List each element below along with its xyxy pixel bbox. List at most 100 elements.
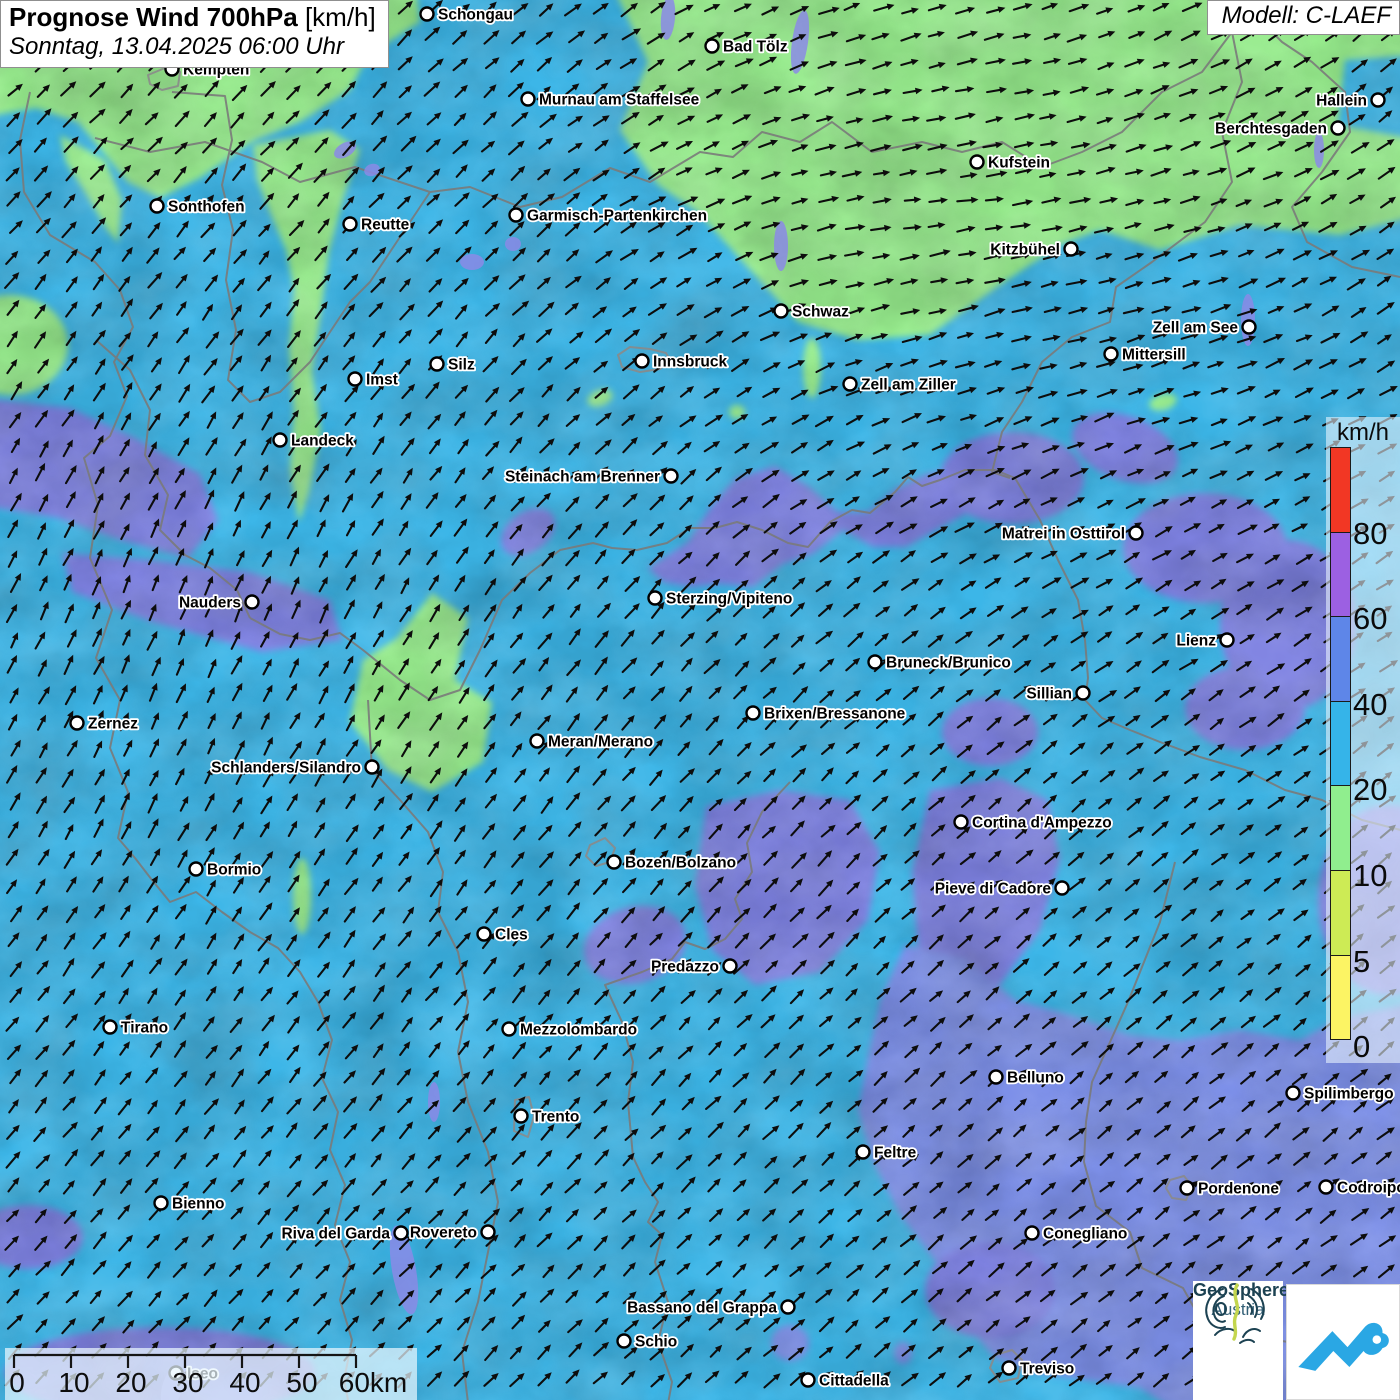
city-label: Berchtesgaden: [1215, 121, 1327, 138]
city-marker: [1103, 346, 1119, 362]
city-marker: [722, 958, 738, 974]
city-marker: [476, 926, 492, 942]
city-marker: [520, 91, 536, 107]
city-label: Schwaz: [792, 304, 849, 321]
city: Schio: [616, 1332, 679, 1352]
city-label: Predazzo: [651, 959, 719, 976]
city-label: Kitzbühel: [990, 242, 1060, 259]
city-marker: [529, 733, 545, 749]
city-label: Cles: [495, 927, 528, 944]
city-marker: [745, 705, 761, 721]
legend-color-block: [1330, 447, 1351, 533]
legend-tick-label: 40: [1353, 686, 1388, 722]
city-label: Landeck: [291, 433, 354, 450]
city-marker: [347, 371, 363, 387]
mountain-cloud-logo-icon: [1298, 1322, 1389, 1371]
city-marker: [1370, 92, 1386, 108]
city: Tirano: [102, 1018, 170, 1038]
city-label: Treviso: [1020, 1361, 1074, 1378]
city: Bassano del Grappa: [625, 1298, 796, 1318]
legend-color-block: [1330, 531, 1351, 618]
city: Trento: [513, 1107, 581, 1127]
city-marker: [780, 1299, 796, 1315]
city: Bruneck/Brunico: [867, 653, 1013, 673]
city-marker: [663, 468, 679, 484]
city-label: Feltre: [874, 1145, 917, 1162]
legend-title: km/h: [1336, 419, 1389, 446]
legend-tick-label: 80: [1353, 515, 1388, 551]
scalebar-label: 0: [9, 1367, 25, 1398]
city-label: Nauders: [179, 595, 241, 612]
city-label: Bozen/Bolzano: [625, 855, 736, 872]
city-marker: [1024, 1225, 1040, 1241]
city-marker: [867, 654, 883, 670]
city-label: Bad Tölz: [723, 39, 788, 56]
scalebar-label: 50: [286, 1367, 318, 1398]
distance-scalebar: 0 10 20 30 40 50 60km: [5, 1348, 417, 1400]
legend-color-block: [1330, 869, 1351, 956]
city: Bozen/Bolzano: [606, 853, 738, 873]
city: Mezzolombardo: [501, 1020, 639, 1040]
city-marker: [342, 216, 358, 232]
city: Pieve di Cadore: [933, 879, 1070, 899]
city: Sterzing/Vipiteno: [647, 589, 794, 609]
city-label: Imst: [366, 372, 398, 389]
city-label: Sillian: [1026, 686, 1072, 703]
city-label: Schlanders/Silandro: [211, 760, 361, 777]
city-label: Rovereto: [410, 1225, 477, 1242]
city-marker: [508, 207, 524, 223]
city-label: Silz: [448, 357, 475, 374]
city-label: Reutte: [361, 217, 410, 234]
city-label: Codroipo: [1337, 1180, 1400, 1197]
city: Feltre: [855, 1143, 918, 1163]
geosphere-logo-icon: [1205, 1283, 1265, 1344]
city-label: Tirano: [121, 1020, 168, 1037]
city: Matrei in Osttirol: [1000, 524, 1144, 544]
lake: [460, 254, 484, 270]
city-marker: [480, 1224, 496, 1240]
city-marker: [188, 861, 204, 877]
city-label: Meran/Merano: [548, 734, 653, 751]
city: Garmisch-Partenkirchen: [508, 206, 709, 226]
weather-map-page: Schongau Bad Tölz Kempten Murnau am Staffel…: [0, 0, 1400, 1400]
scalebar-label: 40: [229, 1367, 261, 1398]
forecast-datetime: Sonntag, 13.04.2025 06:00 Uhr: [9, 33, 344, 60]
city-marker: [153, 1195, 169, 1211]
city-label: Lienz: [1176, 633, 1216, 650]
city: Murnau am Staffelsee: [520, 90, 701, 110]
legend-color-block: [1330, 616, 1351, 702]
title-unit: [km/h]: [297, 2, 376, 32]
city-marker: [1054, 880, 1070, 896]
city: Steinach am Brenner: [503, 467, 679, 487]
city-marker: [773, 303, 789, 319]
city-marker: [501, 1021, 517, 1037]
city-label: Spilimbergo: [1304, 1086, 1394, 1103]
city-marker: [953, 814, 969, 830]
city-marker: [1285, 1085, 1301, 1101]
city: Brixen/Bressanone: [745, 704, 907, 724]
city-marker: [842, 376, 858, 392]
forecast-title-box: Prognose Wind 700hPa [km/h] Sonntag, 13.…: [0, 0, 389, 68]
city-marker: [419, 6, 435, 22]
city: Silz: [429, 355, 477, 375]
city-marker: [800, 1372, 816, 1388]
model-label: Modell: C-LAEF: [1206, 0, 1400, 35]
city-marker: [149, 198, 165, 214]
legend-color-block: [1330, 785, 1351, 871]
scalebar-label: 60km: [338, 1367, 408, 1398]
city-marker: [364, 759, 380, 775]
city-label: Zell am Ziller: [861, 377, 956, 394]
city-label: Innsbruck: [653, 354, 727, 371]
city-marker: [429, 356, 445, 372]
city: Sillian: [1025, 684, 1091, 704]
legend-color-block: [1330, 700, 1351, 787]
lake: [505, 237, 521, 251]
city-marker: [634, 353, 650, 369]
city-marker: [1179, 1180, 1195, 1196]
city-marker: [69, 715, 85, 731]
city-marker: [616, 1333, 632, 1349]
city-label: Bienno: [172, 1196, 225, 1213]
city-marker: [513, 1108, 529, 1124]
city-label: Pordenone: [1198, 1181, 1279, 1198]
city-label: Trento: [532, 1109, 579, 1126]
